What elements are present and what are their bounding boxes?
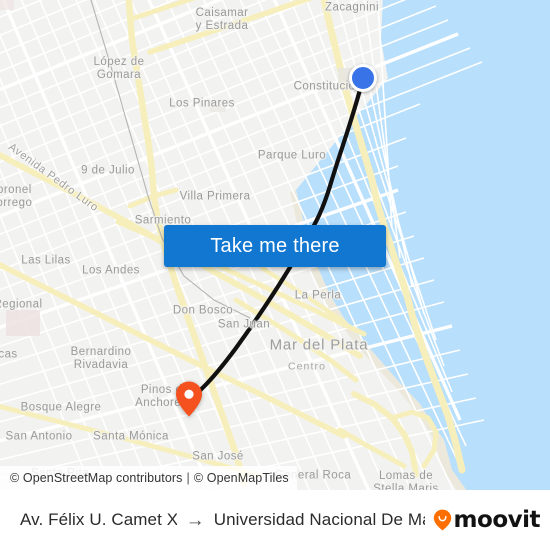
moovit-logo[interactable]: moovit	[425, 506, 541, 533]
route-origin-label: Av. Félix U. Camet X...	[20, 510, 177, 529]
moovit-wordmark: moovit	[453, 506, 541, 533]
map-canvas[interactable]: Caisamar y Estrada Zacagnini López de Goma…	[0, 0, 550, 490]
attribution-openmaptiles[interactable]: © OpenMapTiles	[194, 471, 289, 485]
origin-location-marker[interactable]	[349, 64, 377, 92]
arrow-right-icon: →	[185, 510, 205, 530]
map-attribution: © OpenStreetMap contributors | © OpenMap…	[0, 466, 297, 490]
route-destination-label: Universidad Nacional De Ma...	[213, 510, 425, 529]
footer-bar: Av. Félix U. Camet X... → Universidad Na…	[0, 490, 550, 550]
moovit-pin-icon	[433, 509, 451, 531]
destination-pin-marker[interactable]	[174, 380, 204, 418]
moovit-map-screen: Caisamar y Estrada Zacagnini López de Goma…	[0, 0, 550, 550]
take-me-there-button[interactable]: Take me there	[164, 225, 386, 267]
take-me-there-label: Take me there	[210, 234, 340, 257]
route-summary[interactable]: Av. Félix U. Camet X... → Universidad Na…	[20, 510, 425, 530]
attribution-osm[interactable]: © OpenStreetMap contributors	[10, 471, 183, 485]
attribution-separator: |	[186, 471, 190, 485]
